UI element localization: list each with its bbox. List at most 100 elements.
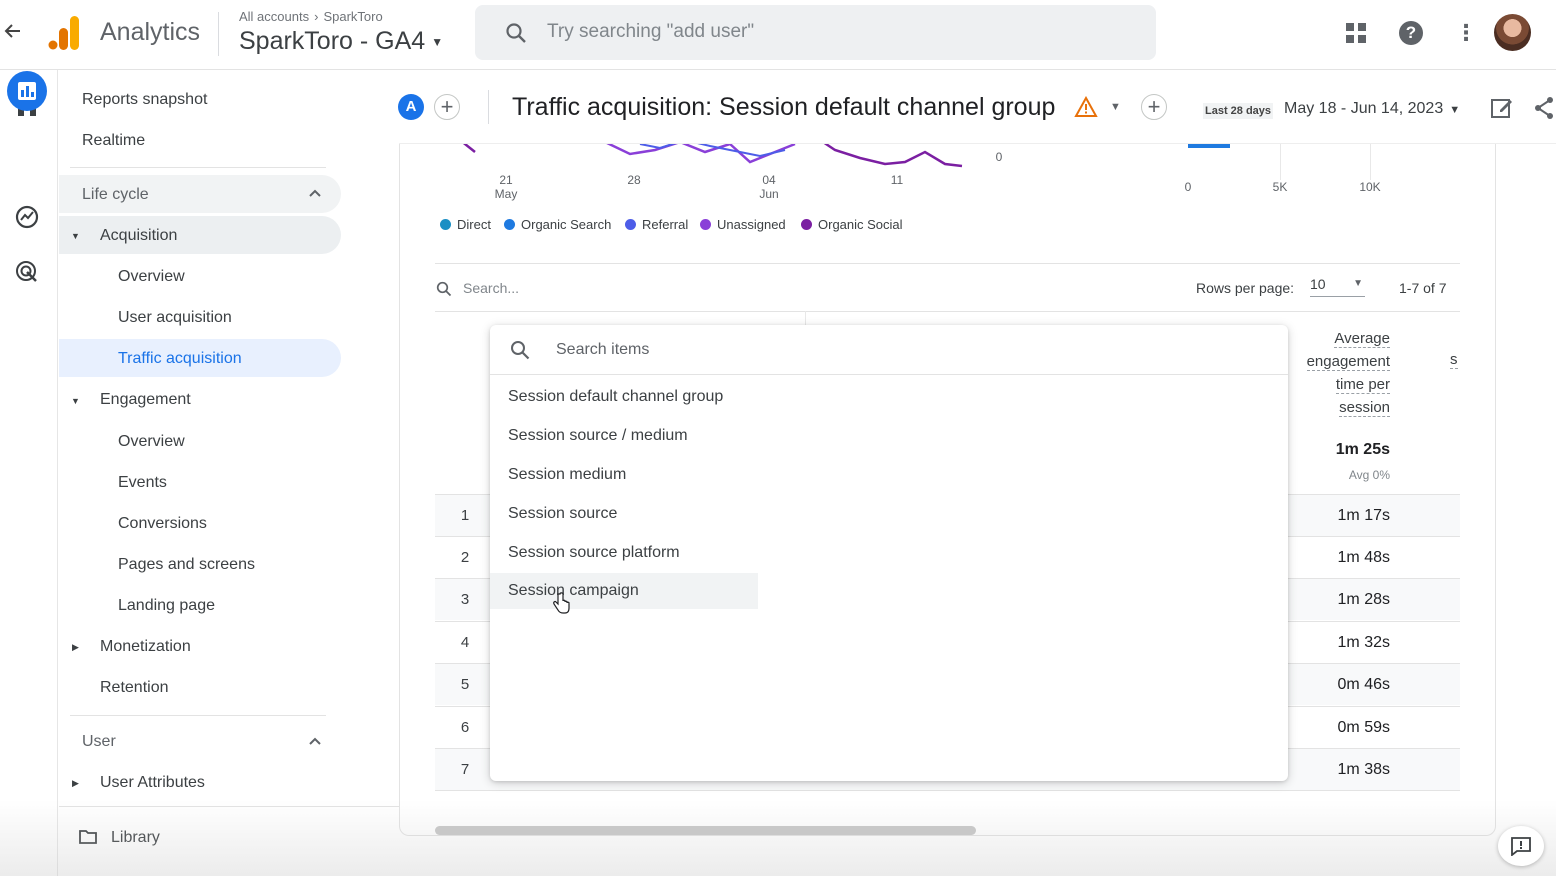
- row-number: 2: [460, 549, 470, 566]
- nav-monetization[interactable]: Monetization: [100, 638, 191, 656]
- gridline: [1370, 144, 1371, 180]
- dropdown-item-source-medium[interactable]: Session source / medium: [490, 418, 758, 454]
- dropdown-item-default-channel-group[interactable]: Session default channel group: [490, 379, 758, 415]
- dropdown-search-input[interactable]: [556, 338, 1156, 362]
- x-tick: 04 Jun: [759, 173, 779, 201]
- dropdown-item-medium[interactable]: Session medium: [490, 457, 758, 493]
- row-value: 1m 17s: [1337, 507, 1390, 524]
- row-value: 1m 28s: [1337, 591, 1390, 608]
- nav-lifecycle-label: Life cycle: [82, 186, 149, 203]
- add-card-icon[interactable]: +: [1141, 94, 1167, 120]
- horizontal-scrollbar[interactable]: [435, 826, 976, 835]
- rows-per-page-value: 10: [1310, 276, 1326, 292]
- avatar[interactable]: [1494, 14, 1531, 51]
- caret-down-icon: ▼: [431, 35, 444, 50]
- dropdown-item-source[interactable]: Session source: [490, 496, 758, 532]
- help-icon[interactable]: ?: [1399, 21, 1423, 45]
- nav-user-attributes[interactable]: User Attributes: [100, 774, 205, 792]
- dropdown-search[interactable]: [490, 325, 1288, 375]
- divider: [435, 263, 1460, 264]
- nav-library[interactable]: Library: [111, 829, 160, 847]
- header-divider: [488, 90, 489, 124]
- legend-dot: [440, 219, 451, 230]
- rows-per-page-select[interactable]: 10 ▼: [1310, 276, 1365, 297]
- back-arrow-icon[interactable]: [4, 22, 24, 44]
- nav-user-acquisition[interactable]: User acquisition: [118, 309, 232, 327]
- caret-down-icon[interactable]: ▼: [1110, 101, 1121, 113]
- nav-divider: [59, 806, 399, 807]
- nav-traffic-acquisition[interactable]: Traffic acquisition: [118, 350, 242, 368]
- gridline: [1280, 144, 1281, 180]
- nav-retention[interactable]: Retention: [100, 679, 169, 697]
- divider: [435, 790, 1460, 791]
- chevron-up-icon[interactable]: [308, 734, 322, 753]
- nav-reports-snapshot[interactable]: Reports snapshot: [82, 91, 207, 109]
- nav-user-section[interactable]: User: [82, 733, 116, 751]
- nav-conversions[interactable]: Conversions: [118, 515, 207, 533]
- chevron-up-icon[interactable]: [308, 186, 322, 205]
- column-header-next[interactable]: s: [1450, 351, 1458, 369]
- nav-pages-and-screens[interactable]: Pages and screens: [118, 556, 255, 574]
- caret-right-icon: ▶: [72, 778, 79, 788]
- global-search-input[interactable]: [547, 19, 1107, 45]
- caret-down-icon: ▼: [71, 231, 80, 241]
- explore-icon[interactable]: [14, 204, 42, 232]
- legend-referral[interactable]: Referral: [625, 217, 688, 232]
- date-range-label: Last 28 days: [1203, 103, 1274, 119]
- page-count: 1-7 of 7: [1399, 280, 1447, 296]
- global-search[interactable]: [475, 5, 1156, 60]
- row-number: 6: [460, 719, 470, 736]
- legend-direct[interactable]: Direct: [440, 217, 491, 232]
- nav-engagement-overview[interactable]: Overview: [118, 433, 185, 451]
- add-comparison-icon[interactable]: +: [434, 94, 460, 120]
- caret-down-icon: ▼: [71, 396, 80, 406]
- warning-icon[interactable]: [1074, 95, 1098, 123]
- share-icon[interactable]: [1532, 96, 1556, 125]
- comparison-chip[interactable]: A: [398, 94, 424, 120]
- nav-acquisition-overview[interactable]: Overview: [118, 268, 185, 286]
- apps-grid-icon[interactable]: [1345, 22, 1367, 49]
- caret-down-icon: ▼: [1353, 278, 1363, 289]
- legend-dot: [700, 219, 711, 230]
- breadcrumb-account[interactable]: SparkToro: [323, 9, 382, 24]
- report-title: Traffic acquisition: Session default cha…: [512, 93, 1056, 121]
- x-tick: 21 May: [494, 173, 518, 201]
- date-range-picker[interactable]: May 18 - Jun 14, 2023 ▼: [1284, 100, 1460, 118]
- analytics-logo-icon[interactable]: [48, 16, 80, 50]
- nav-divider: [70, 715, 326, 716]
- caret-right-icon: ▶: [72, 642, 79, 652]
- column-header-avg-engagement[interactable]: Average engagement time per session: [1296, 327, 1390, 419]
- row-value: 1m 32s: [1337, 634, 1390, 651]
- line-chart-fragment: [459, 140, 963, 168]
- dropdown-item-campaign[interactable]: Session campaign: [490, 573, 758, 609]
- edit-report-icon[interactable]: [1490, 96, 1514, 125]
- legend-dot: [801, 219, 812, 230]
- total-value: 1m 25s: [1335, 441, 1390, 458]
- feedback-button[interactable]: [1498, 826, 1544, 866]
- row-number: 5: [460, 676, 470, 693]
- breadcrumb[interactable]: All accounts › SparkToro: [239, 9, 383, 24]
- chevron-right-icon: ›: [314, 9, 319, 24]
- breadcrumb-accounts[interactable]: All accounts: [239, 9, 309, 24]
- bar-x-tick: 5K: [1272, 180, 1288, 194]
- property-name: SparkToro - GA4: [239, 27, 426, 55]
- dropdown-item-source-platform[interactable]: Session source platform: [490, 535, 758, 571]
- reports-icon[interactable]: [7, 71, 47, 111]
- nav-landing-page[interactable]: Landing page: [118, 597, 215, 615]
- table-search-input[interactable]: Search...: [463, 280, 519, 296]
- legend-unassigned[interactable]: Unassigned: [700, 217, 786, 232]
- property-selector[interactable]: SparkToro - GA4 ▼: [239, 27, 443, 56]
- nav-realtime[interactable]: Realtime: [82, 132, 145, 150]
- search-icon: [436, 281, 452, 302]
- folder-icon: [79, 829, 97, 850]
- nav-events[interactable]: Events: [118, 474, 167, 492]
- date-range-value: May 18 - Jun 14, 2023: [1284, 100, 1444, 117]
- row-value: 0m 46s: [1337, 676, 1390, 693]
- legend-organic-social[interactable]: Organic Social: [801, 217, 903, 232]
- search-icon: [510, 340, 530, 365]
- legend-organic-search[interactable]: Organic Search: [504, 217, 611, 232]
- advertising-icon[interactable]: [14, 259, 42, 287]
- nav-acquisition-label: Acquisition: [100, 227, 178, 244]
- nav-engagement[interactable]: Engagement: [100, 391, 191, 409]
- more-vert-icon[interactable]: ⋮: [1455, 18, 1477, 48]
